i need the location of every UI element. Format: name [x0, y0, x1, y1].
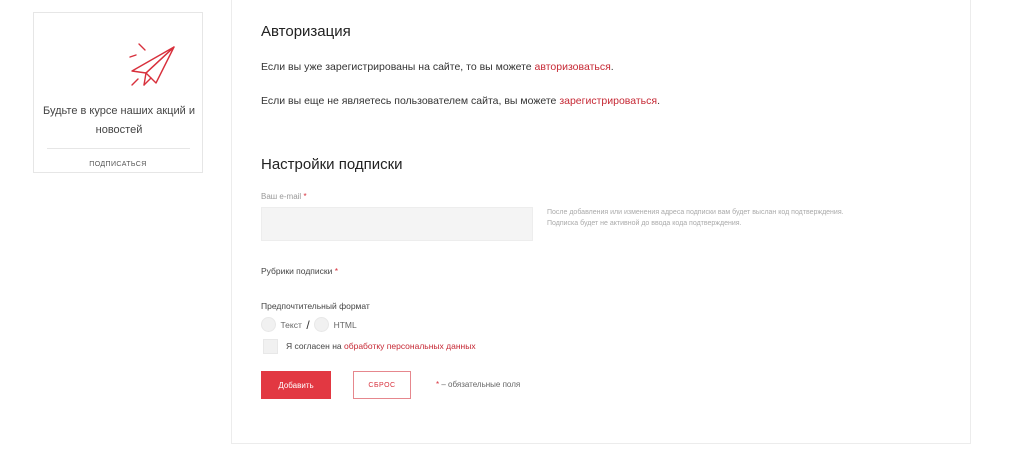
promo-text: Будьте в курсе наших акций и новостей [40, 102, 198, 140]
auth-login-text: Если вы уже зарегистрированы на сайте, т… [261, 61, 614, 73]
format-label: Предпочтительный формат [261, 301, 370, 311]
rubrics-label: Рубрики подписки * [261, 266, 338, 276]
format-text-label[interactable]: Текст [280, 320, 301, 330]
format-html-label[interactable]: HTML [334, 320, 357, 330]
consent-prefix: Я согласен на [286, 341, 344, 351]
format-options: Текст / HTML [261, 316, 357, 334]
format-text-radio[interactable] [261, 317, 276, 333]
register-link[interactable]: зарегистрироваться [559, 95, 657, 107]
subscribe-link[interactable]: подписаться [34, 161, 202, 168]
required-mark: * [334, 266, 339, 276]
email-hint-line-1: После добавления или изменения адреса по… [547, 209, 844, 216]
paper-plane-icon [129, 43, 175, 86]
settings-title: Настройки подписки [261, 156, 403, 173]
main-panel: Авторизация Если вы уже зарегистрированы… [231, 0, 971, 444]
auth-title: Авторизация [261, 23, 351, 40]
format-html-radio[interactable] [314, 317, 330, 333]
reset-button[interactable]: сброс [353, 371, 411, 399]
auth-register-text: Если вы еще не являетесь пользователем с… [261, 95, 660, 107]
email-input[interactable] [261, 207, 533, 241]
card-divider [47, 148, 190, 149]
auth-register-prefix: Если вы еще не являетесь пользователем с… [261, 95, 560, 107]
required-mark: * [303, 192, 307, 201]
format-separator: / [306, 317, 310, 332]
required-note-text: – обязательные поля [439, 380, 521, 389]
consent-checkbox[interactable] [263, 339, 278, 354]
email-hint-line-2: Подписка будет не активной до ввода кода… [547, 220, 742, 227]
rubrics-label-text: Рубрики подписки [261, 266, 333, 276]
auth-login-prefix: Если вы уже зарегистрированы на сайте, т… [261, 61, 535, 73]
auth-login-suffix: . [610, 61, 614, 73]
login-link[interactable]: авторизоваться [535, 61, 611, 73]
required-note: * – обязательные поля [436, 380, 520, 389]
email-hint: После добавления или изменения адреса по… [547, 207, 927, 229]
subscribe-card: Будьте в курсе наших акций и новостей по… [33, 12, 203, 173]
consent-link[interactable]: обработку персональных данных [344, 341, 476, 351]
promo-line-2: новостей [95, 124, 143, 136]
email-label-text: Ваш e-mail [261, 192, 302, 201]
add-button[interactable]: Добавить [261, 371, 331, 399]
email-label: Ваш e-mail * [261, 192, 307, 201]
promo-line-1: Будьте в курсе наших акций и [43, 105, 195, 117]
consent-text: Я согласен на обработку персональных дан… [286, 341, 476, 351]
auth-register-suffix: . [657, 95, 660, 107]
